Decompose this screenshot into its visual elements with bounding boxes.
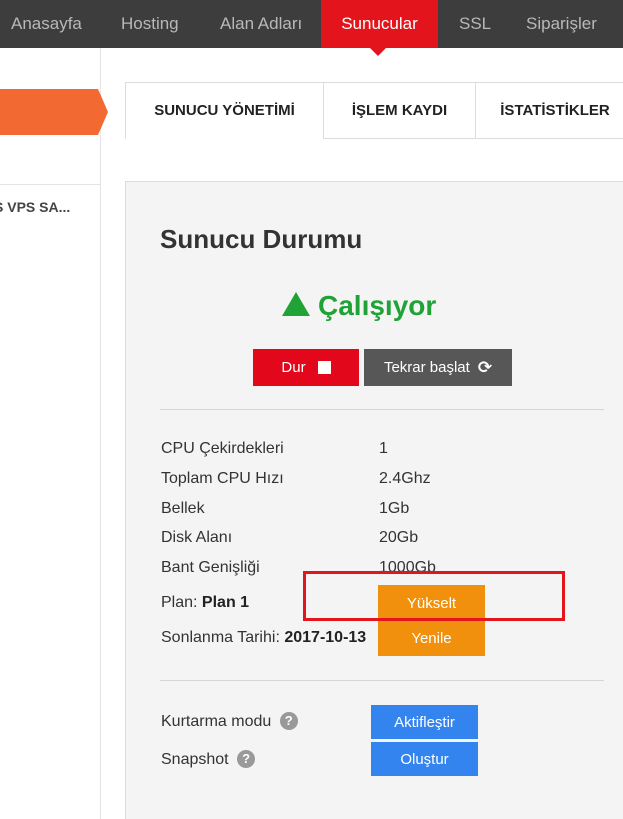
tab-islem-kaydi[interactable]: İŞLEM KAYDI <box>323 82 476 139</box>
server-status: Çalışıyor <box>282 286 436 326</box>
refresh-icon: ⟳ <box>477 357 493 377</box>
restart-button-label: Tekrar başlat <box>383 359 470 376</box>
sidebar: S VPS SA... <box>0 48 108 819</box>
nav-item-ssl[interactable]: SSL <box>459 0 491 48</box>
nav-item-alan-adlari[interactable]: Alan Adları <box>220 0 302 48</box>
tab-sunucu-yonetimi[interactable]: SUNUCU YÖNETİMİ <box>125 82 324 139</box>
restart-button[interactable]: Tekrar başlat ⟳ <box>364 349 512 386</box>
sidebar-item-vps[interactable]: S VPS SA... <box>0 199 70 215</box>
sidebar-divider <box>0 184 100 185</box>
activate-button[interactable]: Aktifleştir <box>371 705 478 739</box>
spec-label-cpu-cores: CPU Çekirdekleri <box>161 440 284 457</box>
spec-value-cpu-cores: 1 <box>379 440 388 457</box>
triangle-up-icon <box>282 292 310 316</box>
renew-button[interactable]: Yenile <box>378 621 485 656</box>
spec-label-memory: Bellek <box>161 500 205 517</box>
sidebar-active-arrow[interactable] <box>0 89 108 135</box>
plan-label: Plan: <box>161 594 198 611</box>
nav-item-hosting[interactable]: Hosting <box>121 0 179 48</box>
spec-value-cpu-speed: 2.4Ghz <box>379 470 431 487</box>
active-nav-caret <box>370 48 386 56</box>
rescue-mode-row: Kurtarma modu ? <box>161 712 298 731</box>
top-nav: Anasayfa Hosting Alan Adları Sunucular S… <box>0 0 623 48</box>
snapshot-label: Snapshot <box>161 751 229 768</box>
expiry-value: 2017-10-13 <box>284 629 367 646</box>
expiry-row: Sonlanma Tarihi: 2017-10-13 <box>161 629 366 647</box>
spec-label-bandwidth: Bant Genişliği <box>161 559 260 576</box>
highlight-box <box>303 571 565 621</box>
spec-value-memory: 1Gb <box>379 500 410 517</box>
stop-square-icon <box>317 361 331 374</box>
spec-label-cpu-speed: Toplam CPU Hızı <box>161 470 284 487</box>
help-icon[interactable]: ? <box>279 712 298 730</box>
spec-label-disk: Disk Alanı <box>161 529 233 546</box>
panel-title: Sunucu Durumu <box>160 224 363 254</box>
expiry-label: Sonlanma Tarihi: <box>161 629 280 646</box>
nav-item-sunucular[interactable]: Sunucular <box>321 0 438 48</box>
server-status-text: Çalışıyor <box>318 290 437 321</box>
nav-item-anasayfa[interactable]: Anasayfa <box>11 0 82 48</box>
create-snapshot-button[interactable]: Oluştur <box>371 742 478 776</box>
plan-row: Plan: Plan 1 <box>161 594 249 612</box>
rescue-mode-label: Kurtarma modu <box>161 713 272 730</box>
divider-bottom <box>160 680 604 681</box>
stop-button[interactable]: Dur <box>253 349 359 386</box>
stop-button-label: Dur <box>281 359 306 376</box>
help-icon[interactable]: ? <box>237 750 256 768</box>
plan-value: Plan 1 <box>201 594 250 611</box>
spec-value-disk: 20Gb <box>379 529 419 546</box>
nav-item-siparisler[interactable]: Siparişler <box>526 0 597 48</box>
divider-top <box>160 409 604 410</box>
snapshot-row: Snapshot ? <box>161 750 256 769</box>
tab-istatistikler[interactable]: İSTATİSTİKLER <box>475 82 623 139</box>
